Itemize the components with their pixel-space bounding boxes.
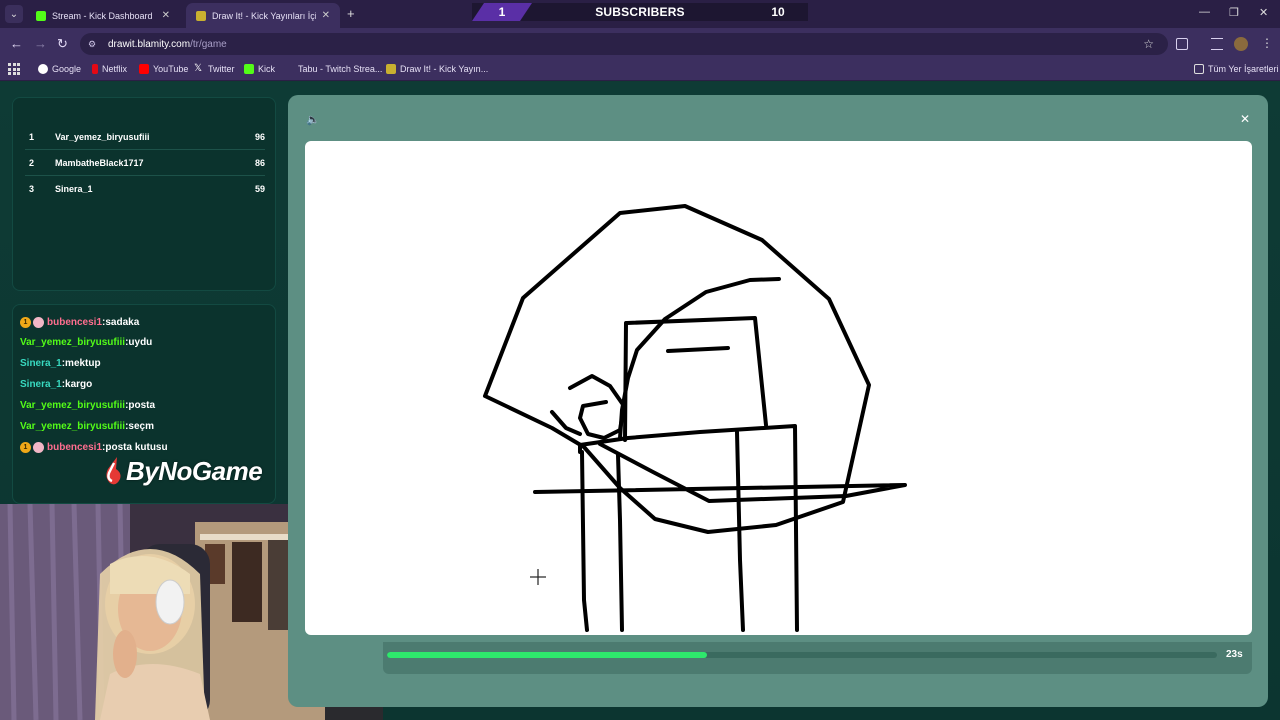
sub-badge-icon: 1 (20, 317, 31, 328)
subscriber-count-right: 10 (771, 5, 785, 19)
bookmark-draw-it[interactable]: Draw It! - Kick Yayın... (386, 64, 488, 74)
leaderboard-panel: 1 Var_yemez_biryusufiii 96 2 MambatheBla… (12, 97, 276, 291)
close-icon[interactable]: ✕ (162, 10, 170, 21)
bookmark-netflix[interactable]: Netflix (92, 64, 127, 74)
restore-icon[interactable]: ❐ (1229, 6, 1239, 19)
extensions-icon[interactable] (1176, 38, 1188, 50)
bookmark-google[interactable]: Google (38, 64, 81, 74)
timer-progress-track (387, 652, 1217, 658)
netflix-icon (92, 64, 98, 74)
reload-icon[interactable]: ↻ (57, 36, 68, 52)
kick-icon (36, 10, 46, 21)
tab-draw-it[interactable]: Draw It! - Kick Yayınları İçin Çizi ✕ (186, 3, 340, 28)
drawing-strokes (483, 204, 907, 632)
tab-search-button[interactable]: ⌄ (5, 5, 23, 23)
leaderboard-row: 3 Sinera_1 59 (29, 184, 265, 194)
tab-kick-dashboard[interactable]: Stream - Kick Dashboard ✕ (26, 3, 180, 28)
chat-message: 1 bubencesi1: sadaka (20, 317, 139, 328)
tab-title: Stream - Kick Dashboard (52, 10, 153, 21)
media-icon[interactable] (1211, 38, 1223, 50)
logo-text: ByNoGame (126, 455, 263, 486)
time-left: 23s (1226, 649, 1243, 660)
url-host: drawit.blamity.com (108, 38, 191, 50)
chat-message: Var_yemez_biryusufiii: seçm (20, 421, 154, 432)
site-info-icon[interactable]: ⚙ (88, 39, 100, 49)
sub-badge-icon: 1 (20, 442, 31, 453)
new-tab-button[interactable]: + (347, 6, 355, 21)
kick-icon (244, 64, 254, 74)
leaderboard-row: 1 Var_yemez_biryusufiii 96 (25, 124, 265, 150)
emote-badge-icon (33, 442, 44, 453)
close-window-icon[interactable]: ✕ (1259, 6, 1268, 19)
chat-message: Var_yemez_biryusufiii: uydu (20, 337, 153, 348)
chat-message: Var_yemez_biryusufiii: posta (20, 400, 156, 411)
x-icon: 𝕏 (194, 63, 203, 74)
back-icon[interactable]: ← (10, 36, 23, 51)
tab-title: Draw It! - Kick Yayınları İçin Çizi (212, 10, 316, 21)
bookmarks-bar (0, 59, 1280, 81)
draw-it-icon (386, 64, 396, 74)
close-icon[interactable]: ✕ (322, 10, 330, 21)
subscriber-count-left: 1 (472, 3, 532, 21)
profile-avatar[interactable] (1234, 37, 1248, 51)
bookmark-kick[interactable]: Kick (244, 64, 275, 74)
bynogame-logo: ByNoGame (102, 455, 263, 487)
draw-it-icon (196, 10, 206, 21)
subscribers-overlay: 1 SUBSCRIBERS 10 (472, 3, 808, 21)
bookmark-youtube[interactable]: YouTube (139, 64, 188, 74)
subscribers-title: SUBSCRIBERS (595, 5, 685, 19)
bookmark-tabu[interactable]: Tabu - Twitch Strea... (284, 64, 382, 74)
apps-icon[interactable] (8, 63, 20, 75)
close-icon[interactable]: ✕ (1240, 112, 1250, 126)
forward-icon[interactable]: → (34, 36, 47, 51)
drawing-canvas[interactable] (305, 141, 1252, 635)
google-icon (38, 64, 48, 74)
bookmark-twitter[interactable]: 𝕏 Twitter (194, 63, 235, 75)
chat-message: Sinera_1: kargo (20, 379, 93, 390)
bookmark-star-icon[interactable]: ☆ (1143, 37, 1154, 51)
all-bookmarks[interactable]: Tüm Yer İşaretleri (1194, 64, 1279, 74)
url-field[interactable]: ⚙ drawit.blamity.com /tr/game ☆ (80, 33, 1168, 55)
chat-message: Sinera_1: mektup (20, 358, 101, 369)
timer-footer (383, 642, 1252, 674)
folder-icon (1194, 64, 1204, 74)
chat-message: 1 bubencesi1: posta kutusu (20, 442, 168, 453)
tabu-icon (284, 64, 294, 74)
speaker-icon[interactable]: 🔈 (306, 113, 320, 126)
leaderboard-row: 2 MambatheBlack1717 86 (25, 150, 265, 176)
minimize-icon[interactable]: — (1199, 6, 1210, 18)
emote-badge-icon (33, 317, 44, 328)
youtube-icon (139, 64, 149, 74)
bynogame-flame-icon (106, 457, 121, 485)
timer-progress-fill (387, 652, 708, 658)
url-path: /tr/game (190, 38, 227, 50)
menu-icon[interactable]: ⋮ (1261, 36, 1273, 50)
